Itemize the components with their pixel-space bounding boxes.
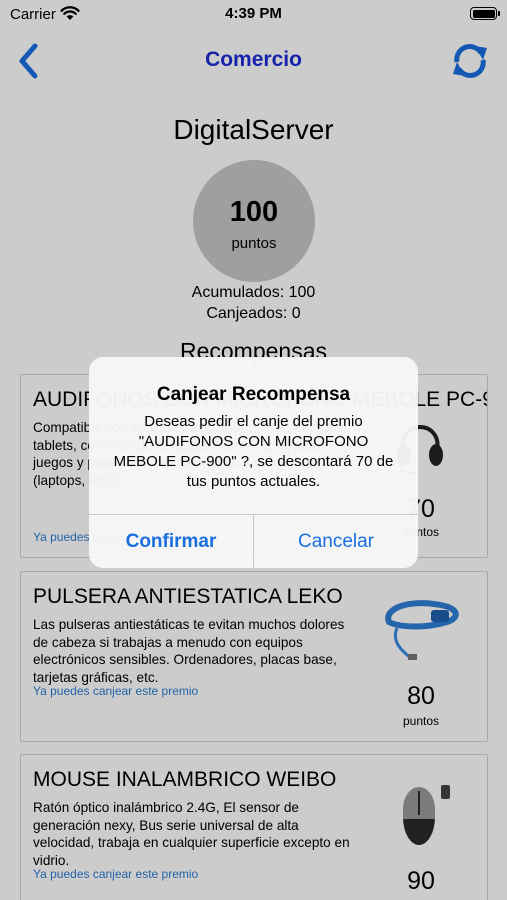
confirm-button[interactable]: Confirmar bbox=[89, 515, 253, 568]
dialog-title: Canjear Recompensa bbox=[156, 384, 351, 405]
cancel-button[interactable]: Cancelar bbox=[254, 515, 418, 568]
redeem-dialog: Canjear Recompensa Deseas pedir el canje… bbox=[89, 357, 418, 568]
dialog-message: Deseas pedir el canje del premio "AUDIFO… bbox=[113, 413, 394, 490]
